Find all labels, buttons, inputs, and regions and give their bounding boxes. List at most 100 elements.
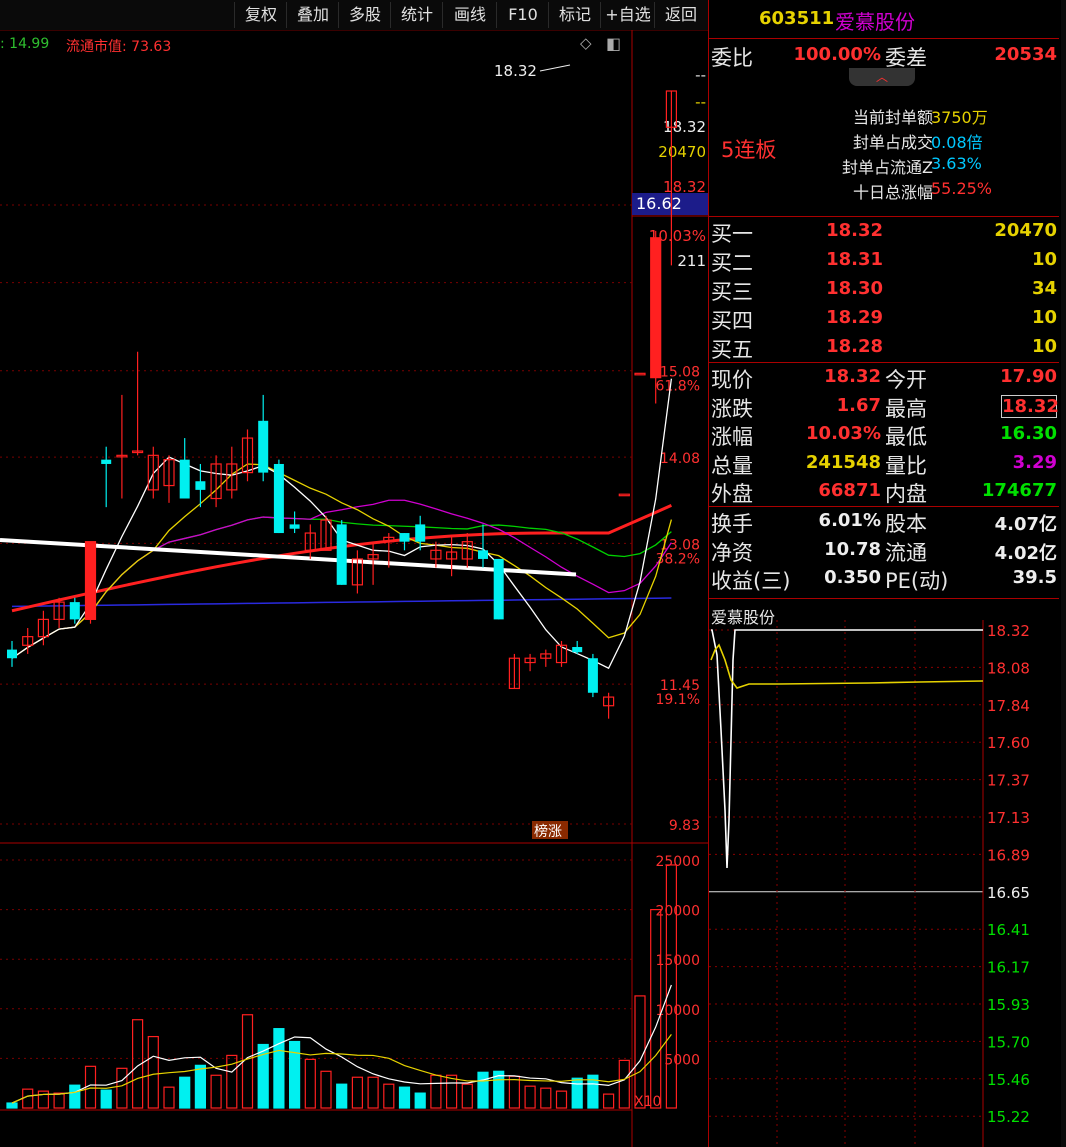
intraday-price-label: 16.17 (987, 959, 1030, 977)
quote-label: 总量 (711, 453, 753, 478)
quote-value: 10.03% (806, 423, 881, 444)
diamond-icon[interactable]: ◇ (580, 34, 592, 52)
quote-label: 涨幅 (711, 425, 753, 449)
quote-label: 外盘 (711, 482, 753, 506)
volume-bar (273, 1028, 285, 1109)
bid-volume: 10 (1031, 336, 1057, 357)
volume-bar (100, 1089, 112, 1109)
fib-pct-label: 61.8% (656, 379, 700, 395)
volume-bar (540, 1087, 552, 1109)
volume-bar (461, 1083, 473, 1109)
fin-value: 4.02亿 (994, 542, 1057, 564)
volume-axis-label: 15000 (655, 953, 700, 969)
quote-label: 今开 (885, 368, 927, 392)
lianban-label: 5连板 (721, 138, 777, 162)
volume-bar (147, 1035, 159, 1109)
toolbar-button-7[interactable]: +自选 (600, 2, 655, 28)
candle-body (289, 524, 300, 529)
candle-body (634, 372, 646, 376)
top-info-value: -- (695, 66, 706, 84)
volume-bar (414, 1092, 426, 1109)
volume-bar (398, 1086, 411, 1109)
quote-value: 18.32 (1001, 394, 1059, 418)
candle-body (179, 459, 190, 499)
bid-price: 18.30 (826, 278, 883, 299)
panel-scrollbar[interactable] (1061, 0, 1066, 1147)
panel-toggle-icon[interactable]: ◧ (606, 34, 621, 53)
toolbar-button-1[interactable]: 叠加 (286, 2, 339, 28)
volume-bar (508, 1075, 520, 1109)
intraday-price-label: 16.89 (987, 846, 1030, 864)
current-price-tag: 16.62 (636, 194, 682, 213)
fin-label: 收益(三) (711, 569, 791, 593)
kline-chart[interactable]: 15.0814.0813.0811.459.8361.8%38.2%19.1%-… (0, 30, 708, 1147)
bid-label: 买二 (711, 251, 753, 275)
bid-price: 18.32 (826, 220, 883, 241)
bid-price: 18.31 (826, 249, 883, 270)
volume-bar (351, 1076, 363, 1109)
volume-bar (477, 1071, 489, 1109)
candle-body (84, 541, 97, 620)
quote-value: 1.67 (836, 394, 881, 416)
volume-bar (524, 1085, 536, 1109)
toolbar-button-0[interactable]: 复权 (234, 2, 287, 28)
quote-value: 66871 (818, 480, 881, 501)
fin-label: PE(动) (885, 569, 949, 593)
volume-bar (367, 1076, 379, 1109)
bid-price: 18.28 (826, 336, 883, 357)
bid-price: 18.29 (826, 307, 883, 328)
weibi-value: 100.00% (793, 44, 882, 65)
volume-bar (22, 1088, 34, 1109)
toolbar-button-6[interactable]: 标记 (548, 2, 601, 28)
volume-bar (320, 1070, 332, 1109)
quote-value: 3.29 (1012, 451, 1057, 473)
seal-label: 十日总涨幅 (852, 183, 933, 202)
fin-value: 39.5 (1012, 567, 1057, 588)
intraday-price-label: 17.60 (987, 734, 1030, 752)
intraday-price-label: 15.93 (987, 996, 1030, 1014)
bid-volume: 34 (1031, 278, 1057, 299)
weicha-value: 20534 (994, 44, 1057, 65)
volume-bar (289, 1040, 301, 1109)
candle-body (572, 647, 583, 653)
candle-body (493, 558, 504, 620)
ma-fragment-label: : 14.99 (0, 36, 50, 52)
collapse-chevron-icon[interactable]: ︿ (849, 68, 915, 86)
bid-label: 买一 (711, 222, 753, 246)
intraday-price-label: 15.70 (987, 1033, 1030, 1051)
candle-body (618, 493, 630, 497)
quote-label: 量比 (885, 453, 927, 478)
intraday-chart[interactable]: 18.32 18.08 17.84 17.60 17.37 17.13 16.89 16.65… (709, 600, 1066, 1147)
toolbar-button-5[interactable]: F10 (496, 2, 549, 28)
toolbar-button-3[interactable]: 统计 (390, 2, 443, 28)
price-axis-label: 9.83 (669, 818, 700, 834)
intraday-avg-line (710, 643, 984, 689)
toolbar-button-2[interactable]: 多股 (338, 2, 391, 28)
volume-bar (602, 1093, 615, 1109)
fib-pct-label: 19.1% (656, 692, 700, 708)
quote-panel: 603511 爱慕股份 委比 100.00% 委差 20534 ︿ 5连板 当前… (708, 0, 1066, 1147)
candle-body (258, 420, 269, 473)
candle-body (336, 524, 347, 585)
candle-body (273, 463, 284, 534)
quote-value: 174677 (981, 480, 1057, 501)
bid-label: 买四 (711, 309, 753, 333)
fin-value: 0.350 (824, 567, 881, 588)
toolbar-button-4[interactable]: 画线 (442, 2, 497, 28)
intraday-price-line (711, 629, 983, 869)
top-info-value: 20470 (658, 143, 706, 161)
candle-body (399, 533, 410, 542)
toolbar-button-8[interactable]: 返回 (654, 2, 707, 28)
fin-value: 10.78 (824, 538, 881, 560)
seal-value: 3.63% (931, 154, 982, 173)
fin-value: 6.01% (818, 510, 881, 531)
candle-body (650, 237, 662, 379)
bid-label: 买三 (711, 280, 753, 304)
volume-axis-label: 25000 (655, 854, 700, 870)
candle-body (7, 649, 17, 659)
volume-bar (336, 1083, 348, 1109)
top-info-value: 211 (677, 252, 706, 270)
volume-bar (6, 1102, 18, 1109)
stock-code: 603511 (759, 8, 835, 29)
quote-value: 18.32 (824, 366, 881, 387)
